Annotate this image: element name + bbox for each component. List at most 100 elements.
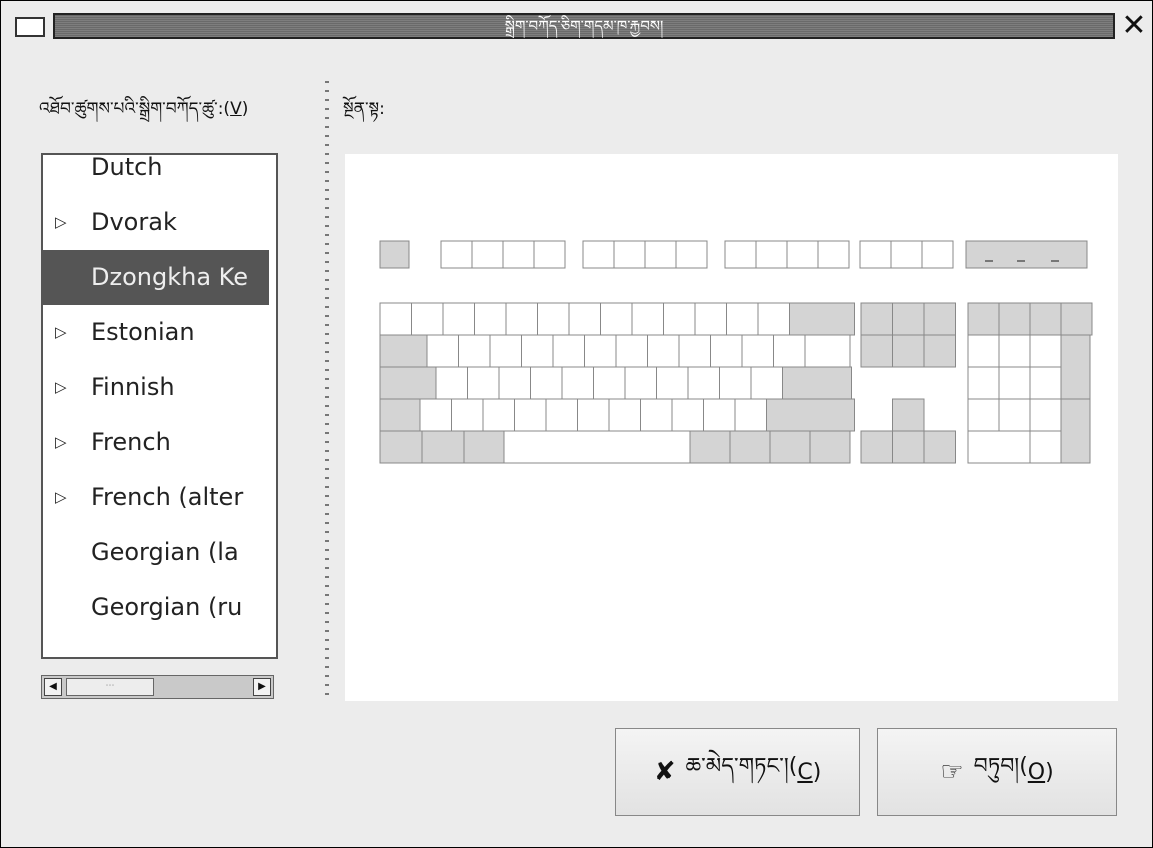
keyboard-key: [766, 398, 855, 432]
keyboard-key: [967, 302, 1000, 336]
keyboard-key: [482, 398, 515, 432]
horizontal-scrollbar[interactable]: ◀ ⋯ ▶: [41, 675, 274, 699]
keyboard-key: [804, 334, 851, 368]
keyboard-key: [474, 302, 507, 336]
scroll-left-button[interactable]: ◀: [44, 678, 62, 696]
keyboard-key: [593, 366, 626, 400]
layout-list-item[interactable]: ▷ Estonian: [43, 305, 269, 360]
keyboard-key: [1060, 302, 1093, 336]
scroll-right-button[interactable]: ▶: [253, 678, 271, 696]
layout-list-item-label: Georgian (ru: [91, 593, 243, 621]
keyboard-key: [892, 302, 925, 336]
keyboard-key: [998, 302, 1031, 336]
layout-list-item[interactable]: ▷ French (alter: [43, 470, 269, 525]
keyboard-key: [689, 430, 731, 464]
expander-icon[interactable]: ▷: [55, 360, 67, 415]
layout-list-item-label: French (alter: [91, 483, 244, 511]
keyboard-key: [809, 430, 851, 464]
keyboard-key: [1060, 334, 1091, 400]
keyboard-key: [608, 398, 641, 432]
expander-icon[interactable]: ▷: [55, 470, 67, 525]
keyboard-key: [533, 240, 566, 269]
layout-list-item-label: Estonian: [91, 318, 195, 346]
keyboard-key: [773, 334, 806, 368]
expander-icon[interactable]: ▷: [55, 305, 67, 360]
close-icon[interactable]: ✕: [1119, 11, 1149, 41]
keyboard-key: [379, 430, 423, 464]
keyboard-key: [998, 366, 1031, 400]
pane-separator[interactable]: [325, 81, 329, 697]
keyboard-key: [640, 398, 673, 432]
keyboard-key: [561, 366, 594, 400]
keyboard-key: [663, 302, 696, 336]
layout-list-item[interactable]: ▷ French: [43, 415, 269, 470]
keyboard-key: [755, 240, 788, 269]
ok-label-tail: ): [1045, 759, 1054, 785]
keyboard-key: [687, 366, 720, 400]
keyboard-key: [631, 302, 664, 336]
layouts-label-text: འཐོབ་ཚུགས་པའི་སྒྲིག་བཀོད་ཚུ་:(: [39, 99, 231, 119]
keyboard-key: [467, 366, 500, 400]
keyboard-key: [379, 240, 410, 269]
keyboard-key: [471, 240, 504, 269]
layout-list[interactable]: Dutch ▷ Dvorak Dzongkha Ke ▷ Estonian ▷ Finnish…: [41, 153, 278, 659]
keyboard-key: [729, 430, 771, 464]
keyboard-key: [458, 334, 491, 368]
dialog-window: སྒྲིག་བཀོད་ཅིག་གདམ་ཁ་རྐྱབས། ✕ འཐོབ་ཚུགས་…: [0, 0, 1153, 848]
keyboard-key: [600, 302, 633, 336]
keyboard-key: [503, 430, 691, 464]
keyboard-key: [584, 334, 617, 368]
layout-list-item-label: Dutch: [91, 155, 163, 181]
keyboard-key: [577, 398, 610, 432]
keyboard-preview: [345, 154, 1118, 701]
preview-label: སྔོན་སྟ:: [343, 99, 385, 119]
layout-list-item[interactable]: ▷ Finnish: [43, 360, 269, 415]
cancel-button[interactable]: ✘ ཆ་མེད་གཏང་།(C): [615, 728, 860, 816]
keyboard-key: [419, 398, 452, 432]
ok-icon: ☞: [940, 757, 964, 787]
cancel-mnemonic: C: [797, 759, 813, 785]
keyboard-key: [860, 302, 893, 336]
layout-list-item[interactable]: Georgian (ru: [43, 580, 269, 635]
keyboard-key: [923, 302, 956, 336]
keyboard-key: [379, 302, 412, 336]
expander-icon[interactable]: ▷: [55, 195, 67, 250]
keyboard-key: [624, 366, 657, 400]
keyboard-key: [647, 334, 680, 368]
ok-button[interactable]: ☞ བཏུབ།(O): [877, 728, 1117, 816]
keyboard-key: [923, 334, 956, 368]
cancel-label: ཆ་མེད་གཏང་།(: [685, 754, 798, 779]
window-menu-icon[interactable]: [15, 17, 45, 37]
keyboard-key: [514, 398, 547, 432]
title-bar[interactable]: སྒྲིག་བཀོད་ཅིག་གདམ་ཁ་རྐྱབས། ✕: [1, 1, 1152, 49]
keyboard-key: [860, 334, 893, 368]
keyboard-key: [998, 398, 1031, 432]
keyboard-key: [750, 366, 783, 400]
keyboard-key: [741, 334, 774, 368]
layout-list-item[interactable]: Dutch: [43, 155, 269, 195]
keyboard-key: [613, 240, 646, 269]
title-bar-fill[interactable]: སྒྲིག་བཀོད་ཅིག་གདམ་ཁ་རྐྱབས།: [53, 13, 1115, 39]
keyboard-key: [892, 334, 925, 368]
keyboard-key: [379, 334, 428, 368]
keyboard-key: [379, 366, 437, 400]
keyboard-key: [967, 430, 1031, 464]
horizontal-scroll-thumb[interactable]: ⋯: [66, 678, 154, 696]
keyboard-key: [890, 240, 923, 269]
keyboard-key: [644, 240, 677, 269]
keyboard-key: [411, 302, 444, 336]
keyboard-key: [463, 430, 505, 464]
keyboard-key: [967, 398, 1000, 432]
keyboard-key: [545, 398, 578, 432]
keyboard-key: [1029, 430, 1062, 464]
keyboard-key: [782, 366, 852, 400]
layout-list-item[interactable]: Dzongkha Ke: [43, 250, 269, 305]
keyboard-key: [817, 240, 850, 269]
layout-list-item[interactable]: ▷ Dvorak: [43, 195, 269, 250]
keyboard-key: [703, 398, 736, 432]
keyboard-key: [582, 240, 615, 269]
expander-icon[interactable]: ▷: [55, 415, 67, 470]
keyboard-key: [568, 302, 601, 336]
layout-list-item[interactable]: Georgian (la: [43, 525, 269, 580]
ok-label: བཏུབ།(: [973, 754, 1028, 779]
